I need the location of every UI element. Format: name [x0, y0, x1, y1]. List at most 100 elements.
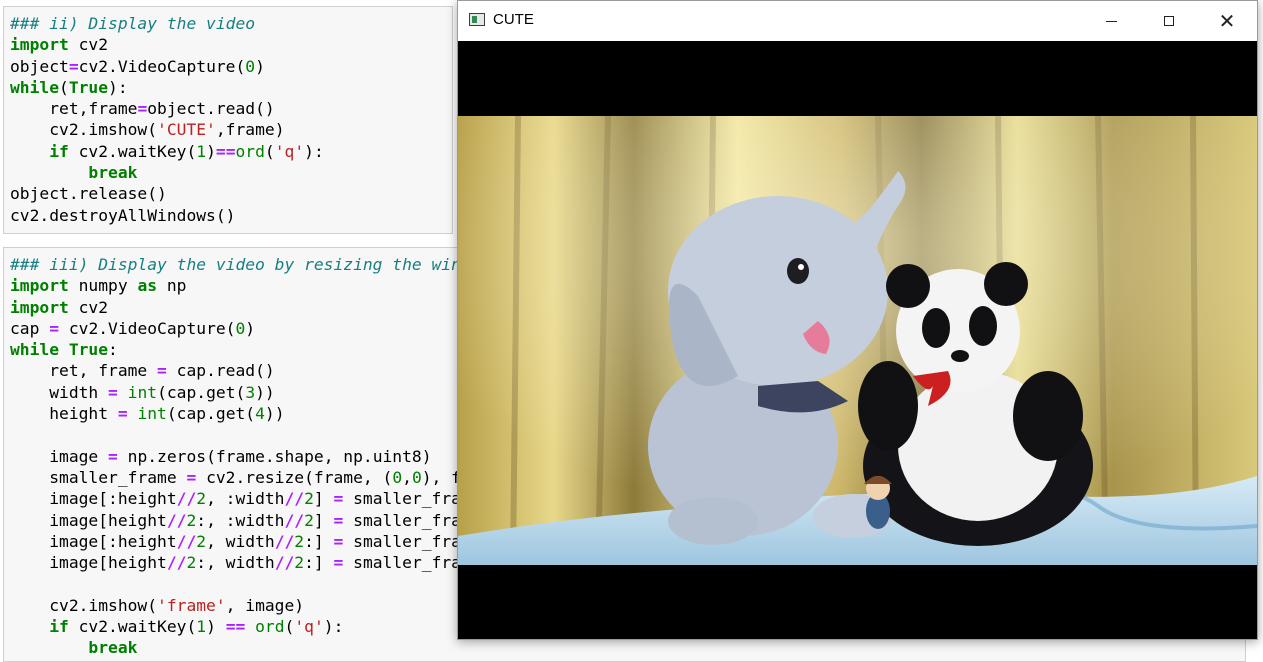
code-token: ret,frame: [10, 99, 138, 119]
code-token: 1: [196, 141, 207, 161]
code-token: ### iii) Display the video by resizing t…: [10, 255, 471, 274]
window-titlebar[interactable]: CUTE ✕: [458, 1, 1257, 41]
code-token: 'q': [294, 617, 324, 637]
code-token: smaller_frame: [10, 467, 187, 487]
code-token: 0: [411, 467, 422, 487]
code-token: cv2.resize(frame, (: [196, 467, 393, 487]
code-token: ord: [255, 617, 285, 637]
code-token: :, :width: [196, 510, 285, 530]
code-token: (: [284, 617, 295, 637]
code-token: image: [10, 446, 109, 466]
opencv-window-icon: [469, 13, 485, 26]
code-token: while: [10, 77, 60, 97]
code-token: while: [10, 340, 60, 360]
code-editor[interactable]: ### ii) Display the video import cv2 objec…: [10, 13, 324, 226]
code-token: 2: [196, 489, 207, 509]
code-token: =: [157, 361, 167, 381]
code-token: , :width: [206, 489, 285, 509]
opencv-window[interactable]: CUTE ✕: [457, 0, 1258, 640]
code-token: //: [274, 531, 295, 551]
window-title: CUTE: [493, 11, 534, 28]
code-token: width: [10, 382, 109, 402]
code-token: if: [49, 617, 69, 637]
code-token: smaller_fram: [343, 531, 471, 551]
code-token: int: [127, 382, 158, 402]
code-editor[interactable]: ### iii) Display the video by resizing t…: [10, 254, 471, 659]
code-cell-display-video[interactable]: ### ii) Display the video import cv2 objec…: [3, 6, 453, 234]
code-line: import cv2: [10, 34, 324, 55]
code-token: ]: [313, 510, 334, 530]
minimize-button[interactable]: [1082, 1, 1140, 41]
code-line: import numpy as np: [10, 275, 471, 296]
code-token: (: [264, 141, 275, 161]
code-token: 3: [245, 382, 256, 402]
code-token: =: [186, 467, 197, 487]
code-line: while(True):: [10, 77, 324, 98]
code-token: 2: [196, 531, 207, 551]
code-token: ):: [304, 141, 324, 161]
code-token: image[height: [10, 553, 167, 573]
code-token: ):: [108, 77, 128, 97]
code-token: =: [137, 99, 148, 119]
code-token: //: [166, 510, 187, 530]
code-token: //: [284, 489, 305, 509]
code-token: =: [68, 56, 79, 76]
code-token: image[height: [10, 510, 167, 530]
code-token: height: [10, 404, 118, 424]
code-token: np.zeros(frame.shape, np.uint8): [117, 446, 432, 466]
code-token: :: [108, 340, 118, 360]
code-token: True: [68, 77, 109, 97]
maximize-button[interactable]: [1140, 1, 1198, 41]
close-button[interactable]: ✕: [1198, 1, 1256, 41]
code-token: //: [274, 553, 295, 573]
code-token: 2: [186, 510, 197, 530]
code-line: ### ii) Display the video: [10, 13, 324, 34]
code-token: cv2.VideoCapture(: [78, 56, 246, 76]
code-token: cv2.imshow(: [10, 120, 158, 140]
code-token: 'frame': [157, 595, 226, 615]
code-line: image = np.zeros(frame.shape, np.uint8): [10, 446, 471, 467]
code-line: cv2.imshow('frame', image): [10, 595, 471, 616]
code-token: 1: [196, 617, 207, 637]
code-line: cv2.destroyAllWindows(): [10, 205, 324, 226]
code-token: ,: [402, 467, 412, 487]
code-token: 'q': [274, 141, 305, 161]
code-token: ==: [215, 141, 236, 161]
code-token: 'CUTE': [157, 120, 216, 140]
code-token: import: [10, 276, 69, 296]
code-token: =: [333, 489, 344, 509]
code-token: ret, frame: [10, 361, 158, 381]
code-line: cv2.imshow('CUTE',frame): [10, 119, 324, 140]
code-line: ret,frame=object.read(): [10, 98, 324, 119]
code-line: ret, frame = cap.read(): [10, 360, 471, 381]
code-token: cap.read(): [166, 361, 275, 381]
video-display: [458, 41, 1257, 639]
code-token: cv2.imshow(: [10, 595, 158, 615]
code-token: cv2.destroyAllWindows(): [10, 205, 236, 225]
code-token: (cap.get(: [157, 382, 246, 402]
code-token: object: [10, 56, 69, 76]
code-token: :, width: [196, 553, 275, 573]
code-token: ord: [235, 141, 265, 161]
code-token: :]: [304, 531, 334, 551]
code-token: :]: [304, 553, 334, 573]
code-token: , width: [206, 531, 275, 551]
code-token: cv2.waitKey(: [68, 141, 197, 161]
code-line: image[height//2:, width//2:] = smaller_f…: [10, 552, 471, 573]
maximize-icon: [1164, 16, 1174, 26]
code-token: 2: [294, 531, 305, 551]
code-token: ): [206, 141, 216, 161]
code-token: if: [49, 141, 69, 161]
code-token: import: [10, 297, 69, 317]
code-token: )): [255, 382, 275, 402]
code-token: cv2: [68, 297, 109, 317]
webcam-frame: [458, 116, 1257, 565]
code-token: ,frame): [215, 120, 285, 140]
code-line: while True:: [10, 339, 471, 360]
code-token: ): [255, 56, 265, 76]
